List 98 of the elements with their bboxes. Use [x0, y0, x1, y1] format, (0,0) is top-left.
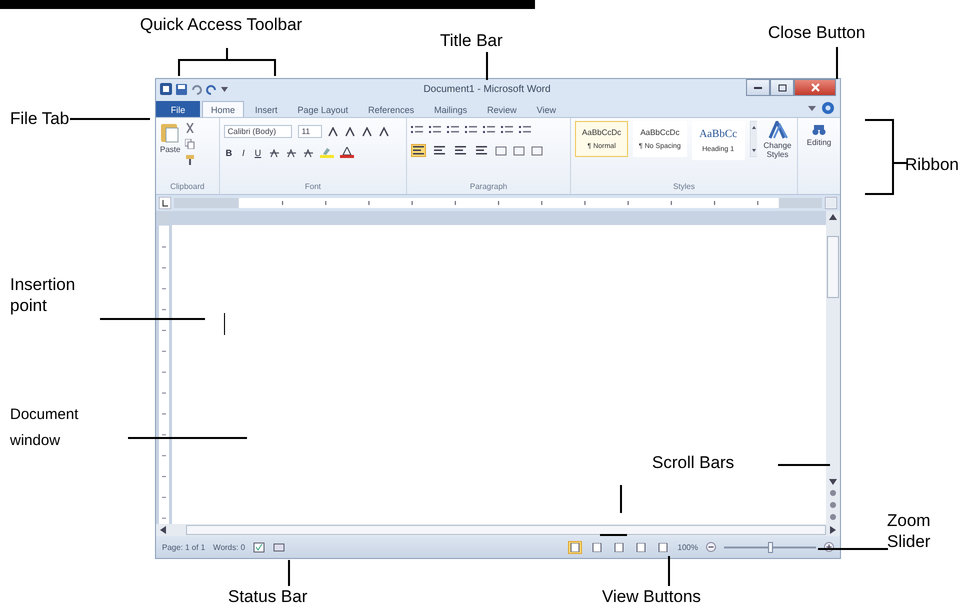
align-button[interactable] — [411, 144, 426, 157]
help-icon[interactable] — [822, 102, 834, 114]
callout-label: Zoom Slider — [887, 510, 932, 552]
ribbon-tab[interactable]: Mailings — [425, 101, 476, 117]
view-button[interactable] — [568, 540, 582, 554]
redo-icon[interactable] — [206, 84, 217, 94]
ribbon-tab[interactable]: Home — [202, 101, 244, 117]
zoom-level[interactable]: 100% — [678, 542, 698, 552]
view-button[interactable] — [656, 540, 670, 554]
proofing-icon[interactable] — [253, 542, 266, 552]
leader-line — [668, 556, 670, 586]
editing-button[interactable]: Editing — [802, 124, 836, 147]
undo-icon[interactable] — [191, 84, 202, 94]
format-painter-icon[interactable] — [185, 155, 196, 165]
ribbon-tab[interactable]: References — [359, 101, 424, 117]
callout-label: Title Bar — [440, 30, 503, 52]
vertical-scrollbar[interactable] — [826, 211, 840, 524]
view-button[interactable] — [590, 540, 604, 554]
scroll-down-icon[interactable] — [829, 479, 837, 485]
page-view-icon — [658, 542, 668, 552]
callout-label: Insertion point — [10, 274, 76, 316]
align-icon — [476, 146, 488, 155]
page-view-icon — [592, 542, 602, 552]
leader-line — [778, 464, 830, 466]
align-icon — [434, 146, 446, 155]
callout-label: Status Bar — [228, 586, 308, 606]
page-view-icon — [570, 542, 580, 552]
align-button[interactable] — [432, 144, 448, 157]
page-view-icon — [614, 542, 624, 552]
borders-icon[interactable] — [531, 146, 544, 156]
callout-label: View Buttons — [602, 586, 701, 606]
close-button[interactable] — [794, 79, 836, 96]
callout-label: Close Button — [768, 22, 866, 44]
view-button[interactable] — [634, 540, 648, 554]
word-count[interactable]: Words: 0 — [213, 542, 246, 552]
insertion-cursor — [224, 313, 225, 335]
tab-selector-icon[interactable] — [159, 197, 171, 209]
group-label: Clipboard — [169, 182, 206, 193]
binoculars-icon — [812, 124, 826, 136]
minimize-button[interactable] — [746, 79, 770, 96]
format-button[interactable]: U — [252, 148, 264, 158]
leader-line — [836, 47, 838, 79]
minimize-icon — [754, 86, 762, 89]
paste-button[interactable]: Paste — [160, 121, 180, 154]
leader-line — [818, 548, 888, 550]
page-view-icon — [636, 542, 646, 552]
callout-label: Scroll Bars — [652, 452, 734, 474]
close-icon — [810, 83, 820, 92]
minimize-ribbon-icon[interactable] — [808, 106, 816, 110]
clipboard-icon — [160, 121, 180, 143]
ribbon-tab[interactable]: File — [156, 101, 200, 117]
scroll-right-icon[interactable] — [830, 526, 836, 534]
leader-line — [288, 560, 290, 586]
group-label: Paragraph — [468, 182, 508, 193]
scroll-left-icon[interactable] — [160, 526, 166, 534]
maximize-icon — [778, 84, 786, 92]
zoom-out-icon[interactable] — [706, 542, 716, 552]
copy-icon[interactable] — [185, 139, 196, 149]
ribbon-tab[interactable]: View — [528, 101, 565, 117]
align-icon — [455, 146, 466, 155]
cut-icon[interactable] — [185, 123, 196, 133]
horizontal-scrollbar[interactable] — [156, 524, 840, 536]
view-button[interactable] — [612, 540, 626, 554]
align-button[interactable] — [474, 144, 490, 157]
leader-line — [620, 485, 622, 513]
align-icon — [413, 146, 424, 155]
page-count[interactable]: Page: 1 of 1 — [162, 542, 206, 552]
word-logo-icon[interactable] — [160, 83, 172, 95]
strikethrough-icon[interactable] — [269, 148, 280, 158]
callout-label: Quick Access Toolbar — [140, 14, 302, 36]
format-button[interactable]: B — [224, 148, 234, 158]
align-button[interactable] — [453, 144, 468, 157]
leader-line — [600, 534, 627, 536]
window-title: Document1 - Microsoft Word — [422, 84, 552, 94]
callout-label: File Tab — [10, 108, 70, 130]
font-size-field[interactable]: 11 — [298, 125, 322, 138]
ribbon-tab[interactable]: Insert — [246, 101, 287, 117]
zoom-slider-thumb[interactable] — [768, 542, 773, 552]
save-icon[interactable] — [176, 84, 187, 94]
maximize-button[interactable] — [770, 79, 794, 96]
styles-letter-icon — [768, 121, 788, 139]
change-styles-button[interactable]: Change Styles — [762, 121, 793, 159]
scroll-up-icon[interactable] — [829, 214, 837, 220]
bullets-icon[interactable] — [411, 125, 424, 135]
font-color-icon[interactable] — [340, 147, 354, 158]
scroll-thumb[interactable] — [827, 236, 839, 298]
ribbon-tab[interactable]: Page Layout — [288, 101, 358, 117]
scroll-thumb[interactable] — [186, 525, 826, 535]
format-button[interactable]: I — [240, 148, 247, 158]
styles-scroll-icon[interactable] — [750, 121, 758, 157]
callout-label: Document window — [10, 405, 80, 450]
callout-label: Ribbon — [905, 154, 959, 176]
font-name-field[interactable]: Calibri (Body) — [224, 125, 292, 138]
leader-line — [486, 52, 488, 80]
group-label: Styles — [672, 182, 696, 193]
customize-caret-icon[interactable] — [221, 86, 228, 92]
group-label: Font — [304, 182, 322, 193]
ribbon-tab[interactable]: Review — [478, 101, 526, 117]
